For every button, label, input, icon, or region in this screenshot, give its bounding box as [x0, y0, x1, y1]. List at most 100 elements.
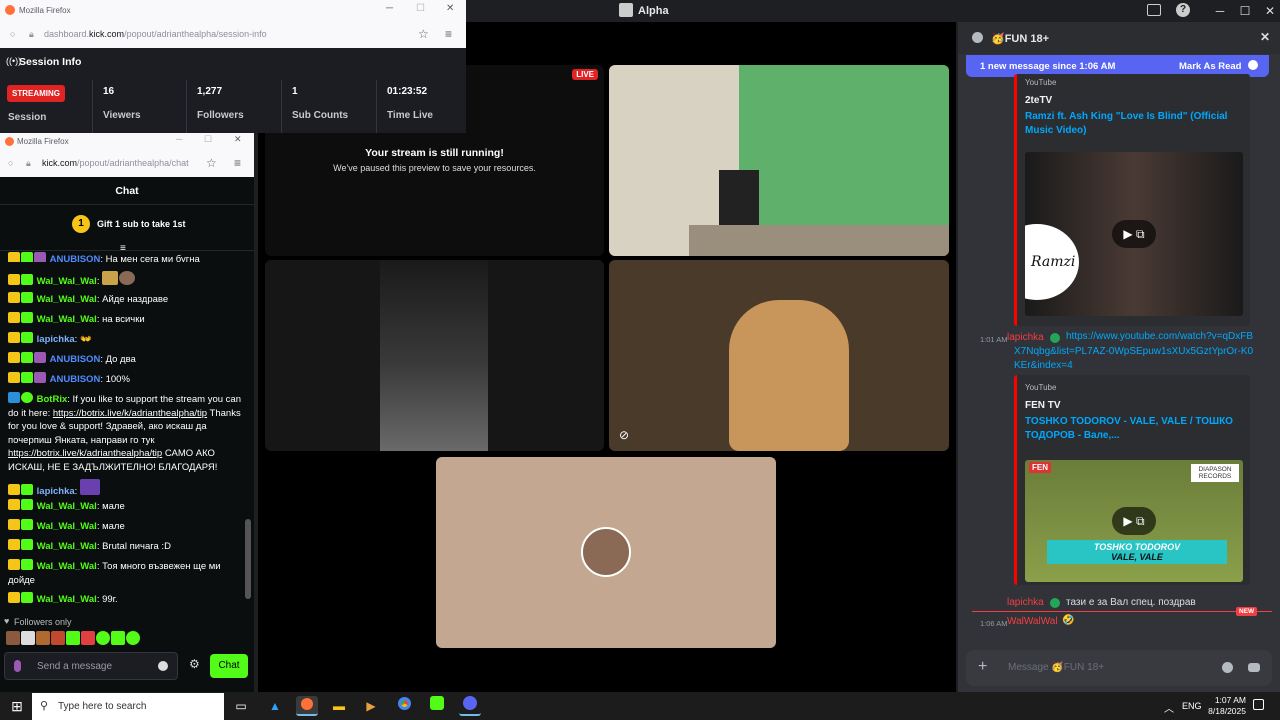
- settings-gear-icon[interactable]: ⚙: [189, 657, 200, 671]
- embed-title[interactable]: TOSHKO TODOROV - VALE, VALE / ТОШКО ТОДО…: [1025, 415, 1242, 443]
- close-button[interactable]: ✕: [446, 3, 454, 14]
- embed-author[interactable]: 2teTV: [1025, 95, 1250, 106]
- help-icon[interactable]: ?: [1176, 3, 1190, 17]
- chat-username[interactable]: Wal_Wal_Wal: [37, 594, 97, 605]
- minimize-button[interactable]: ─: [386, 3, 393, 14]
- file-explorer-icon[interactable]: ▬: [328, 696, 350, 716]
- tip-link[interactable]: https://botrix.live/k/adrianthealpha/tip: [8, 448, 162, 459]
- mark-as-read-button[interactable]: Mark As Read: [1179, 61, 1241, 72]
- chat-message: Wal_Wal_Wal: Айде наздраве: [8, 292, 244, 307]
- bookmark-star-icon[interactable]: ☆: [206, 151, 217, 175]
- play-icon[interactable]: ▶ ⧉: [1112, 507, 1156, 535]
- message-author[interactable]: lapichka: [1007, 597, 1044, 608]
- maximize-button[interactable]: ☐: [204, 134, 212, 145]
- emote-icon[interactable]: [81, 631, 95, 645]
- chrome-icon[interactable]: [393, 696, 415, 716]
- emote-icon[interactable]: [36, 631, 50, 645]
- chat-scrollbar[interactable]: [244, 257, 252, 607]
- emote-icon[interactable]: [111, 631, 125, 645]
- embed-author[interactable]: FEN TV: [1025, 400, 1250, 411]
- chat-username[interactable]: Wal_Wal_Wal: [37, 521, 97, 532]
- tip-link[interactable]: https://botrix.live/k/adrianthealpha/tip: [53, 408, 207, 419]
- discord-taskbar-icon[interactable]: [459, 696, 481, 716]
- kick-app-icon[interactable]: [426, 696, 448, 716]
- address-bar[interactable]: ○ 🔒︎ kick.com/popout/adrianthealpha/chat…: [2, 151, 252, 175]
- emote-icon[interactable]: [66, 631, 80, 645]
- chat-username[interactable]: lapichka: [37, 486, 75, 497]
- chat-input[interactable]: Send a message: [4, 652, 178, 680]
- youtube-link[interactable]: https://www.youtube.com/watch?v=qDxFBX7N…: [1014, 330, 1254, 374]
- emote-icon[interactable]: [21, 631, 35, 645]
- url-host: kick.com: [89, 29, 125, 39]
- chat-username[interactable]: Wal_Wal_Wal: [37, 501, 97, 512]
- emoji-icon[interactable]: [1222, 662, 1233, 673]
- bookmark-star-icon[interactable]: ☆: [418, 22, 429, 46]
- app-icon[interactable]: ▲: [264, 696, 286, 716]
- windows-start-icon[interactable]: ⊞: [6, 696, 28, 716]
- chat-text: Brutal пичага :D: [102, 541, 171, 552]
- address-bar[interactable]: ○ 🔒︎ dashboard.kick.com/popout/adrianthe…: [2, 22, 464, 46]
- close-button[interactable]: ✕: [1260, 2, 1280, 20]
- kick-chat-panel: Chat 1 Gift 1 sub to take 1st ≡ ANUBISON…: [0, 177, 254, 692]
- gift-badge-icon: [34, 252, 46, 262]
- server-avatar: [619, 3, 633, 17]
- stat-value: 1,277: [197, 86, 223, 97]
- chat-username[interactable]: Wal_Wal_Wal: [37, 561, 97, 572]
- close-chat-button[interactable]: ✕: [1260, 30, 1270, 44]
- send-chat-button[interactable]: Chat: [210, 654, 248, 678]
- shield-icon[interactable]: ○: [8, 151, 13, 175]
- scrollbar-thumb[interactable]: [245, 519, 251, 599]
- shield-icon[interactable]: ○: [10, 22, 15, 46]
- video-thumbnail[interactable]: Ramzi ▶ ⧉: [1025, 152, 1243, 316]
- chat-username[interactable]: ANUBISON: [50, 354, 101, 365]
- minimize-button[interactable]: ─: [1210, 2, 1230, 20]
- menu-icon[interactable]: ≡: [445, 22, 452, 46]
- crown-badge-icon: [8, 539, 20, 550]
- message-author[interactable]: WalWalWal: [1007, 616, 1058, 627]
- chat-username[interactable]: Wal_Wal_Wal: [37, 294, 97, 305]
- clock[interactable]: 1:07 AM 8/18/2025: [1200, 695, 1246, 717]
- emoji-icon[interactable]: [158, 661, 168, 671]
- minimize-button[interactable]: ─: [176, 134, 182, 144]
- chat-username[interactable]: Wal_Wal_Wal: [37, 541, 97, 552]
- camera-tile-room[interactable]: ⊘: [609, 260, 949, 451]
- language-indicator[interactable]: ENG: [1182, 701, 1202, 711]
- crown-badge-icon: [8, 519, 20, 530]
- emote-icon[interactable]: [96, 631, 110, 645]
- monitor-shape: [719, 170, 759, 230]
- taskbar-search[interactable]: ⚲ Type here to search: [32, 693, 224, 720]
- chat-username[interactable]: ANUBISON: [50, 374, 101, 385]
- chat-username[interactable]: Wal_Wal_Wal: [37, 314, 97, 325]
- tray-chevron-icon[interactable]: ︿: [1164, 700, 1174, 715]
- inbox-icon[interactable]: [1147, 4, 1161, 16]
- camera-tile-greenscreen[interactable]: [609, 65, 949, 256]
- task-view-icon[interactable]: ▭: [230, 696, 252, 716]
- notification-icon[interactable]: [1253, 699, 1264, 710]
- embed-title[interactable]: Ramzi ft. Ash King "Love Is Blind" (Offi…: [1025, 110, 1242, 138]
- video-thumbnail[interactable]: FEN DIAPASON RECORDS TOSHKO TODOROV VALE…: [1025, 460, 1243, 582]
- gamepad-icon[interactable]: [1248, 663, 1260, 672]
- gift-sub-text[interactable]: Gift 1 sub to take 1st: [97, 219, 186, 229]
- message-input[interactable]: Message 🥳FUN 18+: [1008, 662, 1104, 673]
- chat-username[interactable]: Wal_Wal_Wal: [37, 276, 97, 287]
- maximize-button[interactable]: ☐: [1235, 2, 1255, 20]
- add-attachment-icon[interactable]: +: [978, 658, 987, 676]
- chat-username[interactable]: BotRix: [37, 394, 68, 405]
- firefox-taskbar-icon[interactable]: [296, 696, 318, 716]
- chat-text: на всички: [102, 314, 145, 325]
- emote-icon[interactable]: [126, 631, 140, 645]
- media-app-icon[interactable]: ▶: [360, 696, 382, 716]
- microphone-icon[interactable]: [14, 660, 21, 672]
- emote-icon[interactable]: [6, 631, 20, 645]
- menu-icon[interactable]: ≡: [234, 151, 241, 175]
- camera-tile-street[interactable]: [265, 260, 604, 451]
- maximize-button[interactable]: ☐: [416, 3, 425, 14]
- close-button[interactable]: ✕: [234, 134, 242, 145]
- emote-icon[interactable]: [51, 631, 65, 645]
- subscriber-badge-icon: [21, 252, 33, 262]
- chat-username[interactable]: lapichka: [37, 334, 75, 345]
- chat-message: Wal_Wal_Wal: мале: [8, 499, 244, 514]
- chat-username[interactable]: ANUBISON: [50, 254, 101, 262]
- play-icon[interactable]: ▶ ⧉: [1112, 220, 1156, 248]
- avatar-tile[interactable]: [436, 457, 776, 648]
